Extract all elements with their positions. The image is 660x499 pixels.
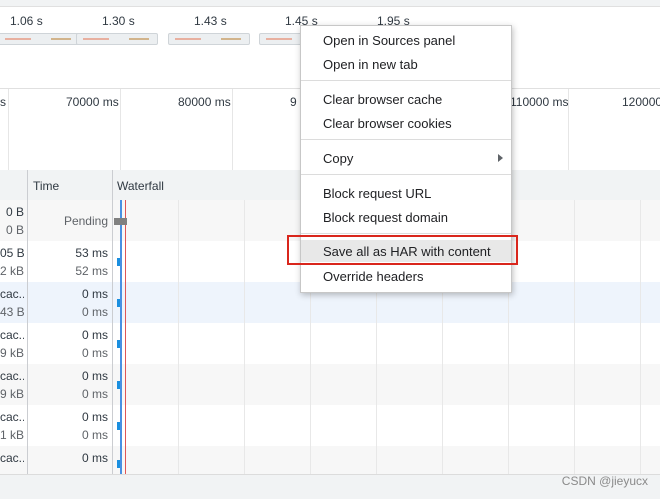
time-cell: 53 ms	[75, 246, 108, 260]
waterfall-bar[interactable]	[117, 299, 120, 307]
overview-tick-label: 110000 ms	[510, 95, 569, 109]
dom-content-loaded-line	[120, 200, 122, 474]
waterfall-bar[interactable]	[117, 381, 120, 389]
filmstrip-top-border	[0, 0, 660, 7]
menu-item-label: Clear browser cookies	[323, 116, 452, 131]
size-resource-cell: 9 kB	[0, 387, 24, 401]
latency-cell: 0 ms	[81, 428, 108, 442]
column-header-waterfall[interactable]: Waterfall	[117, 179, 164, 193]
waterfall-gridline	[574, 200, 575, 474]
overview-tick-label: 70000 ms	[66, 95, 119, 109]
size-resource-cell: 9 kB	[0, 346, 24, 360]
size-cell: 0 B	[5, 205, 24, 219]
watermark: CSDN @jieyucx	[561, 474, 648, 488]
waterfall-gridline	[640, 200, 641, 474]
menu-item-open-in-new-tab[interactable]: Open in new tab	[301, 53, 511, 75]
time-cell: 0 ms	[81, 287, 108, 301]
latency-cell: 0 ms	[81, 305, 108, 319]
size-cell: cac...	[0, 328, 24, 342]
annotation-highlight-box	[287, 235, 518, 265]
latency-cell: 0 ms	[81, 387, 108, 401]
frame-thumbnail[interactable]	[0, 33, 80, 45]
load-event-line	[125, 200, 126, 474]
size-cell: 05 B	[0, 246, 24, 260]
waterfall-bar[interactable]	[117, 422, 120, 430]
waterfall-bar[interactable]	[117, 258, 120, 266]
size-cell: cac...	[0, 410, 24, 424]
menu-item-block-request-url[interactable]: Block request URL	[301, 182, 511, 204]
menu-item-label: Override headers	[323, 269, 424, 284]
menu-item-label: Copy	[323, 151, 354, 166]
menu-item-label: Clear browser cache	[323, 92, 443, 107]
overview-gridline	[8, 89, 9, 170]
frame-thumbnail[interactable]	[168, 33, 250, 45]
menu-item-override-headers[interactable]: Override headers	[301, 265, 511, 287]
frame-time-label: 1.06 s	[10, 14, 43, 28]
column-header-time[interactable]: Time	[33, 179, 59, 193]
menu-item-clear-cookies[interactable]: Clear browser cookies	[301, 112, 511, 134]
waterfall-bar[interactable]	[117, 460, 120, 468]
time-cell: 0 ms	[81, 328, 108, 342]
menu-item-label: Block request domain	[323, 210, 449, 225]
size-resource-cell: 2 kB	[0, 264, 24, 278]
menu-item-label: Open in Sources panel	[323, 33, 456, 48]
size-resource-cell: 43 B	[0, 305, 24, 319]
waterfall-bar[interactable]	[117, 340, 120, 348]
menu-separator	[301, 139, 511, 140]
time-cell: 0 ms	[81, 369, 108, 383]
menu-item-label: Block request URL	[323, 186, 432, 201]
menu-item-copy[interactable]: Copy	[301, 147, 511, 169]
submenu-arrow-icon	[498, 154, 503, 162]
column-divider[interactable]	[112, 170, 113, 474]
size-cell: cac...	[0, 287, 24, 301]
frame-time-label: 1.30 s	[102, 14, 135, 28]
latency-cell: 52 ms	[75, 264, 108, 278]
overview-tick-label: 120000	[622, 95, 660, 109]
size-resource-cell: 0 B	[5, 223, 24, 237]
overview-tick-label: s	[0, 95, 6, 109]
overview-gridline	[120, 89, 121, 170]
size-cell: cac...	[0, 369, 24, 383]
column-divider[interactable]	[27, 170, 28, 474]
size-resource-cell: 1 kB	[0, 428, 24, 442]
table-row[interactable]: cac... 1 kB 0 ms 0 ms	[0, 405, 660, 446]
time-cell: 0 ms	[81, 410, 108, 424]
menu-separator	[301, 174, 511, 175]
latency-cell: 0 ms	[81, 346, 108, 360]
menu-item-open-in-sources[interactable]: Open in Sources panel	[301, 29, 511, 51]
overview-tick-label: 80000 ms	[178, 95, 231, 109]
table-row[interactable]: cac... 0 ms	[0, 446, 660, 474]
menu-item-block-request-domain[interactable]: Block request domain	[301, 206, 511, 228]
overview-gridline	[232, 89, 233, 170]
size-cell: cac...	[0, 451, 24, 465]
frame-thumbnail[interactable]	[76, 33, 158, 45]
waterfall-pending-bar[interactable]	[114, 218, 127, 225]
menu-separator	[301, 80, 511, 81]
table-row[interactable]: cac... 9 kB 0 ms 0 ms	[0, 364, 660, 405]
waterfall-gridline	[178, 200, 179, 474]
waterfall-gridline	[244, 200, 245, 474]
menu-item-clear-cache[interactable]: Clear browser cache	[301, 88, 511, 110]
time-cell: Pending	[63, 214, 108, 228]
time-cell: 0 ms	[81, 451, 108, 465]
menu-item-label: Open in new tab	[323, 57, 418, 72]
table-row[interactable]: cac... 9 kB 0 ms 0 ms	[0, 323, 660, 364]
frame-time-label: 1.43 s	[194, 14, 227, 28]
menu-separator	[301, 233, 511, 234]
overview-tick-label: 9	[290, 95, 297, 109]
